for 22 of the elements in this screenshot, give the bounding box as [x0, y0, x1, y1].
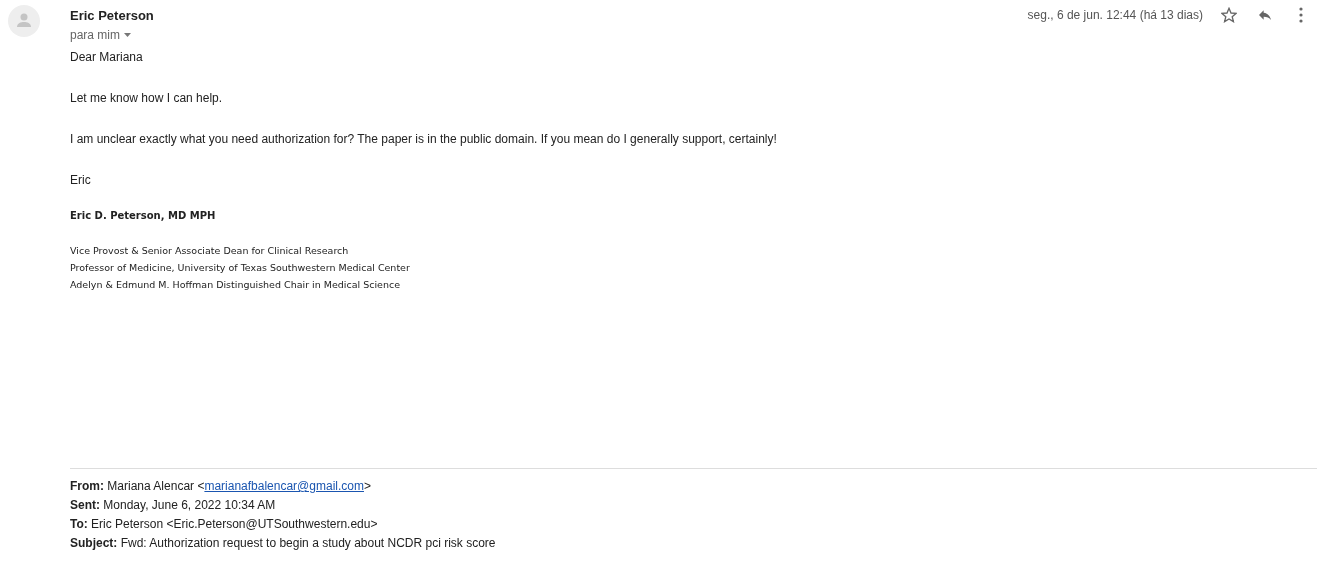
body-paragraph: Eric — [70, 173, 92, 188]
signature-line: Adelyn & Edmund M. Hoffman Distinguished Chair in Medical Science — [70, 279, 401, 290]
caret-icon — [124, 33, 131, 37]
body-paragraph: I am unclear exactly what you need authorization for? The paper is in the public domain. If you mean do I generally support, certainly! — [70, 132, 778, 147]
signature-line: Vice Provost & Senior Associate Dean for Clinical Research — [70, 245, 350, 256]
email-link[interactable]: marianafbalencar@gmail.com — [204, 479, 364, 493]
avatar-icon — [8, 5, 40, 37]
quoted-header-line: To: Eric Peterson <Eric.Peterson@UTSouthwestern.edu> — [70, 517, 379, 532]
quoted-header-line: Subject: Fwd: Authorization request to begin a study about NCDR pci risk score — [70, 536, 497, 551]
star-button[interactable] — [1219, 5, 1239, 25]
quoted-header-line: From: Mariana Alencar <marianafbalencar@gmail.com> — [70, 479, 372, 494]
signature-line: Professor of Medicine, University of Texas Southwestern Medical Center — [70, 262, 411, 273]
reply-icon — [1257, 7, 1273, 23]
recipient-dropdown[interactable]: para mim — [70, 28, 131, 42]
signature-name: Eric D. Peterson, MD MPH — [70, 210, 217, 221]
quoted-header-line: Sent: Monday, June 6, 2022 10:34 AM — [70, 498, 277, 513]
star-icon — [1221, 7, 1237, 23]
sender-name: Eric Peterson — [70, 8, 154, 23]
body-paragraph: Dear Mariana — [70, 50, 144, 65]
body-paragraph: Let me know how I can help. — [70, 91, 224, 106]
more-icon — [1299, 7, 1303, 23]
message-date: seg., 6 de jun. 12:44 (há 13 dias) — [1027, 8, 1203, 22]
